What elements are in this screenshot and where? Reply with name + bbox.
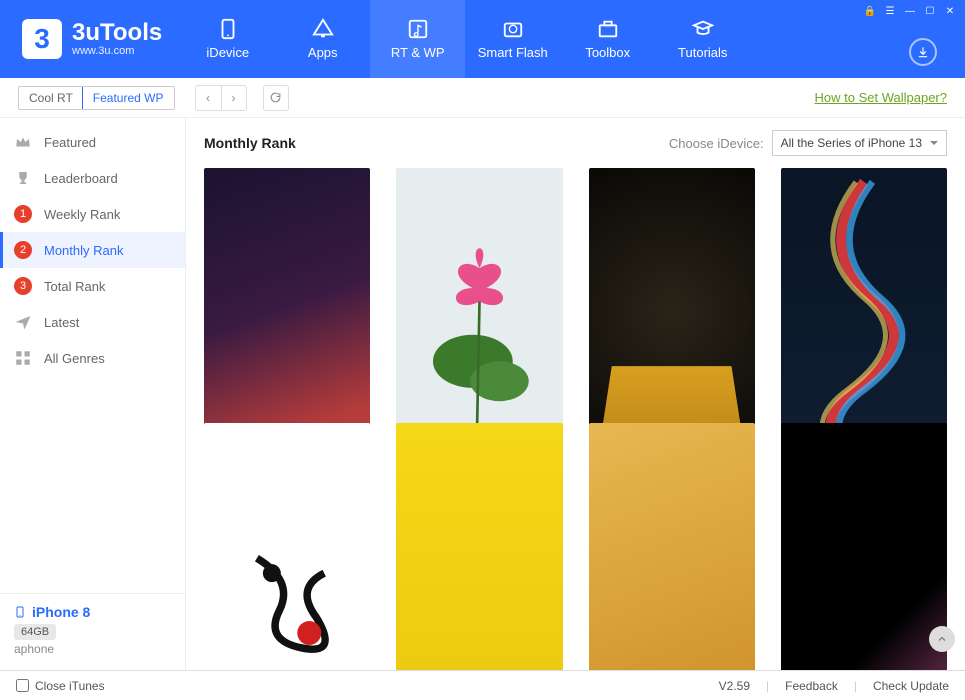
rank-badge-icon: 2 — [14, 241, 32, 259]
nav-toolbox[interactable]: Toolbox — [560, 0, 655, 78]
choose-idevice-label: Choose iDevice: — [669, 136, 764, 151]
sidebar-item-leaderboard[interactable]: Leaderboard — [0, 160, 185, 196]
nav-label: Apps — [308, 45, 338, 60]
ink-icon — [212, 441, 362, 670]
maximize-button[interactable]: ☐ — [923, 4, 937, 18]
sidebar-item-label: Total Rank — [44, 279, 105, 294]
nav-tutorials[interactable]: Tutorials — [655, 0, 750, 78]
sidebar-item-label: Latest — [44, 315, 79, 330]
main-nav: iDevice Apps RT & WP Smart Flash Toolbox… — [180, 0, 750, 78]
how-to-set-wallpaper-link[interactable]: How to Set Wallpaper? — [815, 90, 947, 105]
app-header: 3 3uTools www.3u.com iDevice Apps RT & W… — [0, 0, 965, 78]
sidebar-item-featured[interactable]: Featured — [0, 124, 185, 160]
segment-cool-rt[interactable]: Cool RT — [19, 87, 83, 109]
lock-icon[interactable]: 🔒 — [863, 4, 877, 18]
app-title: 3uTools — [72, 21, 162, 45]
sidebar-item-monthly-rank[interactable]: 2 Monthly Rank — [0, 232, 185, 268]
sidebar-item-latest[interactable]: Latest — [0, 304, 185, 340]
close-itunes-checkbox[interactable]: Close iTunes — [16, 679, 105, 693]
wallpaper-grid[interactable]: MN GT1 P1 — [186, 168, 965, 670]
trophy-icon — [14, 169, 32, 187]
checkbox-label: Close iTunes — [35, 679, 105, 693]
nav-apps[interactable]: Apps — [275, 0, 370, 78]
phone-icon — [217, 18, 239, 40]
back-button[interactable]: ‹ — [195, 85, 221, 111]
wallpaper-item[interactable]: P1 — [781, 423, 947, 670]
sidebar-item-label: All Genres — [44, 351, 105, 366]
nav-label: Tutorials — [678, 45, 727, 60]
segment-featured-wp[interactable]: Featured WP — [82, 86, 175, 110]
sidebar-item-all-genres[interactable]: All Genres — [0, 340, 185, 376]
app-site: www.3u.com — [72, 45, 162, 57]
nav-label: iDevice — [206, 45, 249, 60]
checkbox-input[interactable] — [16, 679, 29, 692]
sidebar-item-label: Monthly Rank — [44, 243, 123, 258]
rank-badge-icon: 1 — [14, 205, 32, 223]
logo-icon: 3 — [22, 19, 62, 59]
nav-rtwp[interactable]: RT & WP — [370, 0, 465, 78]
music-icon — [407, 18, 429, 40]
grid-icon — [14, 349, 32, 367]
camera-icon — [502, 18, 524, 40]
apps-icon — [312, 18, 334, 40]
wallpaper-item[interactable] — [204, 423, 370, 670]
nav-label: Smart Flash — [478, 45, 548, 60]
device-capacity: 64GB — [14, 624, 56, 640]
sidebar-item-label: Weekly Rank — [44, 207, 120, 222]
device-name[interactable]: iPhone 8 — [14, 604, 171, 620]
content-pane: Monthly Rank Choose iDevice: All the Ser… — [186, 118, 965, 670]
category-segment: Cool RT Featured WP — [18, 86, 175, 110]
content-header: Monthly Rank Choose iDevice: All the Ser… — [186, 118, 965, 168]
plane-icon — [14, 313, 32, 331]
scroll-top-button[interactable] — [929, 626, 955, 652]
sidebar-item-weekly-rank[interactable]: 1 Weekly Rank — [0, 196, 185, 232]
nav-idevice[interactable]: iDevice — [180, 0, 275, 78]
menu-icon[interactable]: ☰ — [883, 4, 897, 18]
select-value: All the Series of iPhone 13 — [781, 136, 922, 150]
sidebar-item-label: Leaderboard — [44, 171, 118, 186]
nav-label: Toolbox — [585, 45, 630, 60]
window-controls: 🔒 ☰ — ☐ ✕ — [863, 4, 957, 18]
logo-area: 3 3uTools www.3u.com — [0, 0, 180, 78]
rank-badge-icon: 3 — [14, 277, 32, 295]
grad-icon — [692, 18, 714, 40]
sidebar-item-label: Featured — [44, 135, 96, 150]
device-alias: aphone — [14, 642, 171, 656]
sidebar-item-total-rank[interactable]: 3 Total Rank — [0, 268, 185, 304]
page-title: Monthly Rank — [204, 135, 296, 151]
wallpaper-item[interactable] — [396, 423, 562, 670]
downloads-button[interactable] — [909, 38, 937, 66]
nav-label: RT & WP — [391, 45, 445, 60]
phone-icon — [14, 604, 26, 620]
check-update-link[interactable]: Check Update — [873, 679, 949, 693]
status-bar: Close iTunes V2.59 | Feedback | Check Up… — [0, 670, 965, 700]
wallpaper-item[interactable] — [589, 423, 755, 670]
download-icon — [916, 45, 930, 59]
version-label: V2.59 — [719, 679, 750, 693]
forward-button[interactable]: › — [221, 85, 247, 111]
device-panel: iPhone 8 64GB aphone — [0, 593, 185, 670]
minimize-button[interactable]: — — [903, 4, 917, 18]
history-nav: ‹ › — [195, 85, 247, 111]
close-button[interactable]: ✕ — [943, 4, 957, 18]
crown-icon — [14, 133, 32, 151]
choose-idevice-select[interactable]: All the Series of iPhone 13 — [772, 130, 947, 156]
subbar: Cool RT Featured WP ‹ › How to Set Wallp… — [0, 78, 965, 118]
refresh-button[interactable] — [263, 85, 289, 111]
toolbox-icon — [597, 18, 619, 40]
chevron-up-icon — [936, 633, 948, 645]
nav-smartflash[interactable]: Smart Flash — [465, 0, 560, 78]
feedback-link[interactable]: Feedback — [785, 679, 838, 693]
sidebar: Featured Leaderboard 1 Weekly Rank 2 Mon… — [0, 118, 186, 670]
refresh-icon — [269, 91, 282, 104]
